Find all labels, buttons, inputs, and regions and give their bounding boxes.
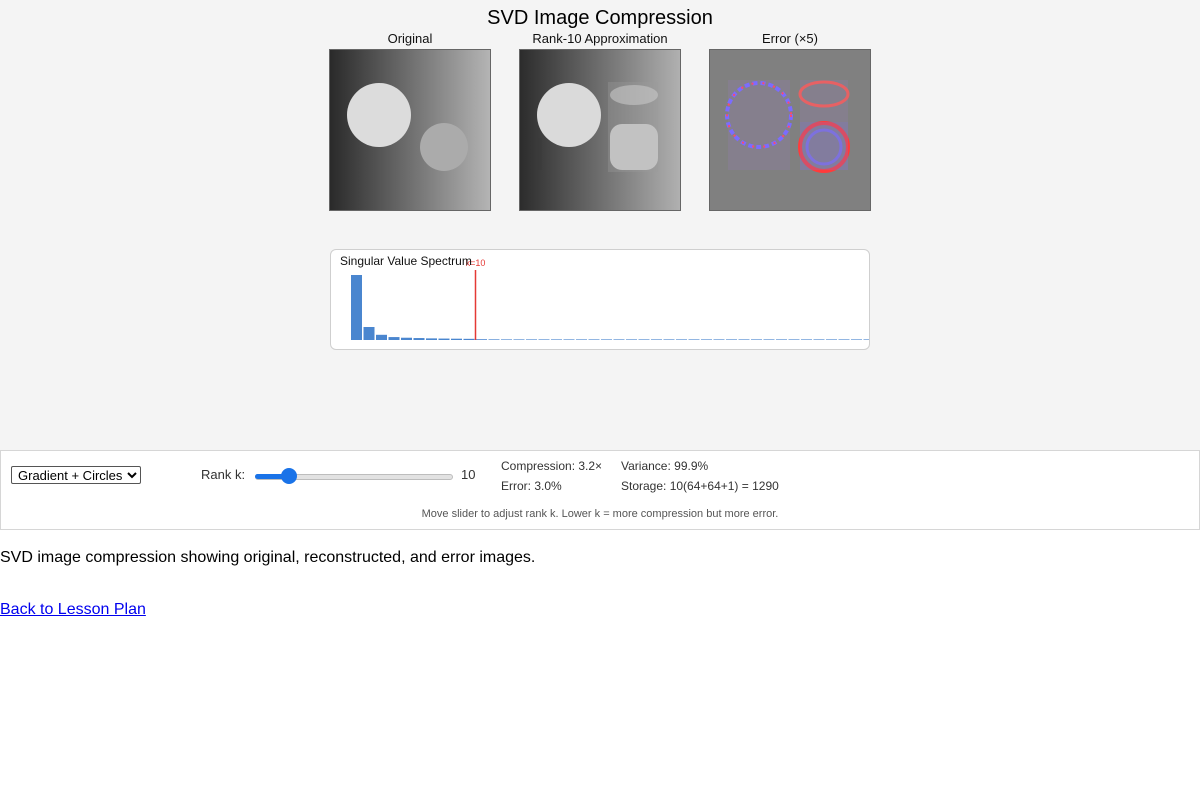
simulation-canvas: SVD Image Compression Original Rank-10 A… [0, 0, 1200, 450]
spectrum-bar [526, 339, 537, 340]
error-label: Error (×5) [762, 31, 818, 46]
page-title: SVD Image Compression [487, 7, 713, 29]
spectrum-title: Singular Value Spectrum [340, 254, 472, 268]
spectrum-bar [801, 339, 812, 340]
spectrum-bar [588, 339, 600, 340]
spectrum-bar [551, 339, 562, 340]
spectrum-bar [838, 339, 850, 340]
spectrum-bar [826, 339, 837, 340]
spectrum-bar [576, 339, 587, 340]
original-image [329, 49, 491, 211]
spectrum-bar [663, 339, 675, 340]
back-to-lesson-plan-link[interactable]: Back to Lesson Plan [0, 601, 146, 619]
approximation-image [519, 49, 681, 211]
rank-slider-thumb[interactable] [281, 468, 297, 484]
original-label: Original [387, 31, 433, 46]
spectrum-bar [751, 339, 762, 340]
error-image [709, 49, 871, 211]
storage-stat: Storage: 10(64+64+1) = 1290 [621, 479, 779, 493]
spectrum-bar [463, 338, 475, 340]
spectrum-bar [451, 338, 462, 340]
image-select[interactable]: Gradient + Circles [11, 466, 141, 484]
spectrum-bar [651, 339, 662, 340]
spectrum-bar [713, 339, 725, 340]
spectrum-bar [513, 339, 525, 340]
spectrum-bar [438, 338, 450, 340]
spectrum-bar [363, 327, 375, 340]
rank-slider[interactable] [255, 468, 453, 484]
spectrum-bar [626, 339, 637, 340]
spectrum-bar [388, 337, 400, 340]
spectrum-bar [638, 339, 650, 340]
spectrum-bar [813, 339, 825, 340]
figure-caption: SVD image compression showing original, … [0, 549, 536, 566]
spectrum-bar [563, 339, 575, 340]
error-stat: Error: 3.0% [501, 479, 562, 493]
singular-value-spectrum-chart: k=10 Singular Value Spectrum [330, 249, 870, 350]
instructions-text: Move slider to adjust rank k. Lower k = … [421, 508, 779, 520]
approx-label: Rank-10 Approximation [532, 31, 668, 46]
spectrum-bar [863, 339, 869, 340]
spectrum-bar [538, 339, 550, 340]
compression-stat: Compression: 3.2× [501, 459, 603, 473]
spectrum-bar [763, 339, 775, 340]
variance-stat: Variance: 99.9% [621, 459, 709, 473]
rank-value: 10 [461, 467, 476, 482]
spectrum-bar [351, 275, 362, 340]
spectrum-bar [476, 339, 487, 340]
spectrum-bar [701, 339, 712, 340]
control-panel: Gradient + Circles Rank k: 10 Compressio… [0, 450, 1200, 530]
spectrum-bar [601, 339, 612, 340]
spectrum-bar [738, 339, 750, 340]
spectrum-bar [488, 339, 500, 340]
spectrum-bar [676, 339, 687, 340]
spectrum-bar [788, 339, 800, 340]
spectrum-bar [776, 339, 787, 340]
spectrum-bar [726, 339, 737, 340]
spectrum-bar [613, 339, 625, 340]
spectrum-bar [401, 337, 412, 340]
spectrum-bar [688, 339, 700, 340]
spectrum-bar [376, 334, 387, 340]
spectrum-bar [426, 338, 437, 340]
spectrum-bar [501, 339, 512, 340]
spectrum-bar [413, 338, 425, 340]
rank-label: Rank k: [201, 467, 246, 482]
spectrum-bar [851, 339, 862, 340]
